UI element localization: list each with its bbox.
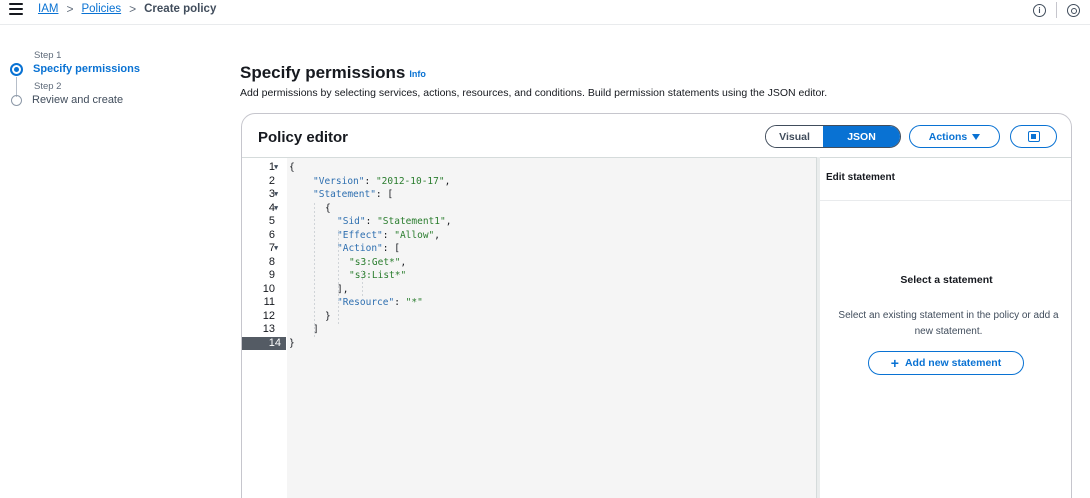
code-text: "Statement": [ <box>313 189 394 200</box>
json-code-editor[interactable]: 1 ▼{2 "Version": "2012-10-17", 3 ▼ "Statement… <box>242 157 817 498</box>
code-line[interactable]: 3 ▼ "Statement": [ <box>242 189 817 201</box>
line-number: 9 <box>268 269 275 281</box>
code-text: { <box>289 162 295 173</box>
add-new-statement-label: Add new statement <box>904 357 1002 369</box>
line-number: 14 <box>242 336 286 350</box>
page-title: Specify permissions Info <box>240 63 426 83</box>
actions-label: Actions <box>928 130 968 143</box>
code-text: "Version": "2012-10-17", <box>313 175 451 187</box>
step-1[interactable]: Specify permissions <box>10 61 210 77</box>
breadcrumb-separator: > <box>66 2 74 16</box>
divider <box>1056 2 1057 18</box>
code-line[interactable]: 4 ▼{ <box>242 202 817 214</box>
indent-guide <box>362 270 363 297</box>
code-line[interactable]: 1 ▼{ <box>242 162 817 174</box>
breadcrumb-iam[interactable]: IAM <box>38 3 58 15</box>
code-line[interactable]: 9 "s3:List*" <box>242 269 817 282</box>
breadcrumb-current: Create policy <box>144 3 217 15</box>
code-line[interactable]: 8 "s3:Get*", <box>242 255 817 268</box>
step-inactive-icon <box>11 94 22 106</box>
empty-state-title: Select a statement <box>900 274 993 286</box>
page-title-text: Specify permissions <box>240 63 406 82</box>
divider <box>820 200 1071 201</box>
line-number: 2 <box>268 174 275 187</box>
code-text: } <box>325 310 331 322</box>
code-line[interactable]: 6 "Effect": "Allow", <box>242 228 817 241</box>
edit-statement-pane: Edit statement Select a statement Select… <box>820 157 1071 498</box>
plus-icon: + <box>890 355 899 371</box>
caret-down-icon <box>972 133 981 140</box>
step-2-number: Step 2 <box>34 81 62 92</box>
code-line[interactable]: 7 ▼ "Action": [ <box>242 243 817 255</box>
breadcrumb-separator: > <box>129 2 137 16</box>
line-number: 5 <box>268 215 275 227</box>
line-number: 10 <box>262 282 275 295</box>
wizard-steps: Step 1 Specify permissions Step 2 Review… <box>10 50 210 108</box>
line-number: 13 <box>262 323 275 335</box>
code-text: } <box>289 337 295 349</box>
code-text: "Action": [ <box>337 243 400 254</box>
code-text: "Effect": "Allow", <box>337 229 440 241</box>
split-panel-icon <box>1027 131 1040 142</box>
line-number: 12 <box>262 309 275 322</box>
fold-toggle-icon[interactable]: ▼ <box>274 189 278 200</box>
code-line[interactable]: 11 "Resource": "*" <box>242 296 817 309</box>
step-2-label: Review and create <box>32 94 124 106</box>
line-number: 8 <box>268 255 275 268</box>
step-2: Review and create <box>10 92 210 108</box>
indent-guide <box>314 202 315 338</box>
line-number: 6 <box>268 228 275 241</box>
policy-editor-panel: Policy editor Visual JSON Actions 1 ▼{2 "V… <box>241 113 1072 498</box>
code-line[interactable]: 14} <box>242 336 817 350</box>
empty-state-description: Select an existing statement in the poli… <box>838 310 1059 337</box>
breadcrumb-policies[interactable]: Policies <box>81 3 121 15</box>
page-subtitle: Add permissions by selecting services, a… <box>240 87 828 99</box>
code-line[interactable]: 2 "Version": "2012-10-17", <box>242 174 817 187</box>
fold-toggle-icon[interactable]: ▼ <box>274 203 278 214</box>
info-icon[interactable]: i <box>1033 3 1046 17</box>
step-1-label[interactable]: Specify permissions <box>33 63 140 75</box>
add-new-statement-button[interactable]: + Add new statement <box>868 351 1024 375</box>
policy-editor-title: Policy editor <box>258 129 349 146</box>
editor-mode-toggle: Visual JSON <box>765 125 901 148</box>
actions-dropdown-button[interactable]: Actions <box>909 125 1000 148</box>
code-text: { <box>325 202 331 214</box>
code-line[interactable]: 5 "Sid": "Statement1", <box>242 215 817 228</box>
step-1-number: Step 1 <box>34 50 62 61</box>
line-number: 11 <box>263 296 275 308</box>
code-text: "Sid": "Statement1", <box>337 216 452 227</box>
code-text: "s3:Get*", <box>349 256 407 268</box>
fold-toggle-icon[interactable]: ▼ <box>274 162 278 173</box>
toggle-split-panel-button[interactable] <box>1010 125 1057 148</box>
code-line[interactable]: 13] <box>242 323 817 336</box>
edit-statement-title: Edit statement <box>826 172 895 183</box>
settings-icon[interactable] <box>1067 3 1080 17</box>
indent-guide <box>338 229 339 324</box>
breadcrumb: IAM > Policies > Create policy <box>38 2 216 16</box>
divider <box>0 24 1090 25</box>
json-mode-button[interactable]: JSON <box>823 126 900 147</box>
top-navigation: IAM > Policies > Create policy i <box>0 0 1090 20</box>
menu-icon[interactable] <box>9 3 23 15</box>
code-text: "Resource": "*" <box>337 297 423 308</box>
info-link[interactable]: Info <box>409 69 426 79</box>
code-line[interactable]: 10], <box>242 282 817 295</box>
fold-toggle-icon[interactable]: ▼ <box>274 243 278 254</box>
step-active-icon <box>10 62 23 76</box>
code-line[interactable]: 12} <box>242 309 817 322</box>
visual-mode-button[interactable]: Visual <box>766 126 823 147</box>
code-text: "s3:List*" <box>349 270 407 281</box>
